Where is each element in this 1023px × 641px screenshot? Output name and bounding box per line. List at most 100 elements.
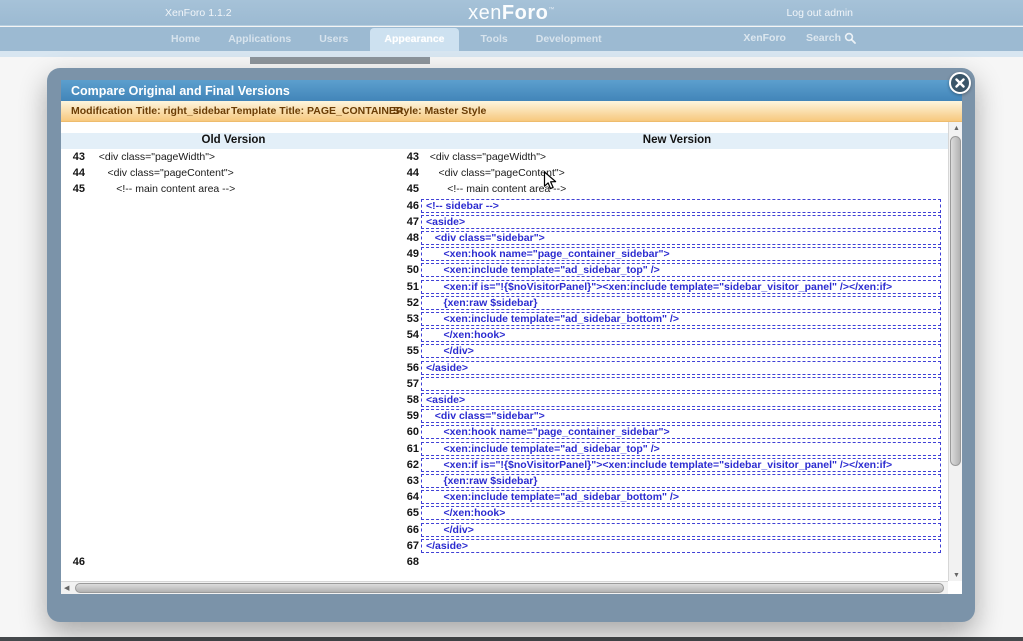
new-line-60: 60 <xen:hook name="page_container_sideba… (406, 424, 941, 440)
template-meta-bar: Modification Title: right_sidebarTemplat… (61, 101, 962, 122)
line-number: 63 (406, 475, 419, 487)
modal-title: Compare Original and Final Versions (61, 80, 962, 101)
code-text: <!-- sidebar --> (421, 199, 941, 213)
scroll-left-icon[interactable]: ◀ (64, 585, 69, 592)
new-line-46: 46<!-- sidebar --> (406, 198, 941, 214)
meta-item-1: Template Title: PAGE_CONTAINER (231, 105, 393, 117)
line-number: 56 (406, 362, 419, 374)
nav-tab-applications[interactable]: Applications (222, 28, 297, 51)
new-line-45: 45 <!-- main content area --> (406, 181, 941, 197)
scroll-up-icon[interactable]: ▲ (953, 125, 960, 132)
diff-area: Old Version New Version 43 <div class="p… (61, 122, 962, 594)
code-text: </div> (421, 523, 941, 537)
new-line-52: 52 {xen:raw $sidebar} (406, 295, 941, 311)
line-number: 62 (406, 459, 419, 471)
nav-tabs: Home Applications Users Appearance Tools Deve… (165, 27, 608, 51)
line-number: 46 (406, 200, 419, 212)
close-icon (955, 78, 965, 88)
nav-tab-tools[interactable]: Tools (475, 28, 514, 51)
code-text: <div class="pageWidth"> (421, 151, 546, 163)
line-number: 57 (406, 378, 419, 390)
new-line-44: 44 <div class="pageContent"> (406, 165, 941, 181)
new-line-67: 67</aside> (406, 538, 941, 554)
new-line-50: 50 <xen:include template="ad_sidebar_top… (406, 262, 941, 278)
close-button[interactable] (949, 72, 971, 94)
line-number: 47 (406, 216, 419, 228)
line-number: 65 (406, 507, 419, 519)
code-text: <aside> (421, 215, 941, 229)
code-text: <div class="pageContent"> (90, 167, 234, 179)
line-number: 61 (406, 443, 419, 455)
code-text: {xen:raw $sidebar} (421, 296, 941, 310)
line-number: 44 (406, 167, 419, 179)
old-line-43: 43 <div class="pageWidth"> (61, 149, 406, 165)
logout-link[interactable]: Log out admin (786, 7, 853, 19)
new-version-column: 43 <div class="pageWidth">44 <div class=… (406, 149, 941, 581)
line-number: 45 (61, 183, 85, 195)
code-text: <xen:include template="ad_sidebar_top" /… (421, 442, 941, 456)
code-text: <xen:include template="ad_sidebar_top" /… (421, 263, 941, 277)
line-number: 53 (406, 313, 419, 325)
new-line-54: 54 </xen:hook> (406, 327, 941, 343)
line-number: 58 (406, 394, 419, 406)
new-line-53: 53 <xen:include template="ad_sidebar_bot… (406, 311, 941, 327)
old-line-45: 45 <!-- main content area --> (61, 181, 406, 197)
new-line-64: 64 <xen:include template="ad_sidebar_bot… (406, 489, 941, 505)
nav-tab-users[interactable]: Users (313, 28, 354, 51)
new-line-58: 58<aside> (406, 392, 941, 408)
horizontal-scrollbar[interactable]: ◀ (61, 581, 948, 594)
code-text: <xen:hook name="page_container_sidebar"> (421, 425, 941, 439)
vertical-scrollbar[interactable]: ▲ ▼ (948, 122, 962, 581)
vertical-scroll-thumb[interactable] (950, 136, 961, 466)
horizontal-scroll-thumb[interactable] (75, 583, 944, 593)
diff-body: 43 <div class="pageWidth">44 <div class=… (61, 149, 948, 581)
scroll-down-icon[interactable]: ▼ (953, 572, 960, 579)
background-gray-bar (250, 57, 430, 64)
search-icon (844, 32, 856, 44)
new-line-56: 56</aside> (406, 360, 941, 376)
new-version-header: New Version (406, 133, 948, 149)
nav-search[interactable]: Search (806, 32, 856, 44)
meta-item-2: Style: Master Style (393, 105, 486, 117)
code-text: <div class="pageContent"> (421, 167, 565, 179)
nav-substrip (0, 51, 1023, 57)
code-text: </aside> (421, 361, 941, 375)
line-number: 67 (406, 540, 419, 552)
code-text: <!-- main content area --> (421, 183, 566, 195)
nav-link-xenforo[interactable]: XenForo (743, 32, 786, 44)
nav-tab-appearance[interactable]: Appearance (370, 28, 458, 51)
code-text: <div class="pageWidth"> (90, 151, 215, 163)
line-number: 52 (406, 297, 419, 309)
new-line-57: 57 (406, 376, 941, 392)
line-number: 66 (406, 524, 419, 536)
code-text: <xen:include template="ad_sidebar_bottom… (421, 312, 941, 326)
new-line-65: 65 </xen:hook> (406, 505, 941, 521)
code-text: <div class="sidebar"> (421, 231, 941, 245)
code-text: <xen:include template="ad_sidebar_bottom… (421, 490, 941, 504)
line-number: 45 (406, 183, 419, 195)
line-number: 48 (406, 232, 419, 244)
new-line-66: 66 </div> (406, 522, 941, 538)
line-number: 59 (406, 410, 419, 422)
line-number: 55 (406, 345, 419, 357)
line-number: 51 (406, 281, 419, 293)
new-line-55: 55 </div> (406, 343, 941, 359)
line-number: 44 (61, 167, 85, 179)
line-number: 50 (406, 264, 419, 276)
new-line-49: 49 <xen:hook name="page_container_sideba… (406, 246, 941, 262)
nav-tab-home[interactable]: Home (165, 28, 206, 51)
page-footer-edge (0, 637, 1023, 641)
code-text (421, 377, 941, 391)
line-number: 54 (406, 329, 419, 341)
new-line-61: 61 <xen:include template="ad_sidebar_top… (406, 441, 941, 457)
new-line-62: 62 <xen:if is="!{$noVisitorPanel}"><xen:… (406, 457, 941, 473)
new-line-59: 59 <div class="sidebar"> (406, 408, 941, 424)
admin-nav: Home Applications Users Appearance Tools Deve… (0, 27, 1023, 51)
new-line-48: 48 <div class="sidebar"> (406, 230, 941, 246)
line-number: 60 (406, 426, 419, 438)
old-version-column: 43 <div class="pageWidth"> 44 <div class=… (61, 149, 406, 581)
line-number: 68 (406, 556, 419, 568)
nav-tab-development[interactable]: Development (530, 28, 608, 51)
search-label: Search (806, 32, 841, 44)
code-text: <xen:hook name="page_container_sidebar"> (421, 247, 941, 261)
